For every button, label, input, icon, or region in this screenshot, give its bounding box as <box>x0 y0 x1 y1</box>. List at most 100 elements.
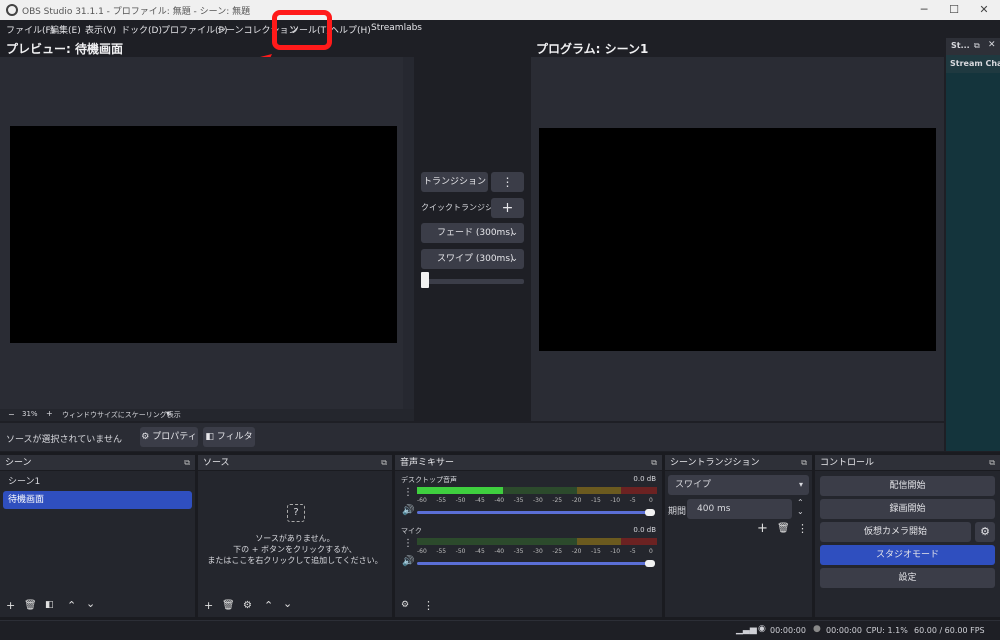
channel-mic-db: 0.0 dB <box>633 526 656 534</box>
duration-input[interactable]: 400 ms <box>687 499 792 519</box>
undock-icon[interactable]: ⧉ <box>989 455 995 471</box>
program-title: プログラム: シーン1 <box>536 42 649 56</box>
studio-mode-button[interactable]: スタジオモード <box>820 545 995 565</box>
chevron-up-icon[interactable]: ⌃ <box>67 599 76 612</box>
volume-slider-desktop[interactable] <box>417 511 651 514</box>
transition-select[interactable]: スワイプ ▾ <box>668 475 809 495</box>
sources-list[interactable]: ? ソースがありません。 下の + ボタンをクリックするか、 またはここを右クリ… <box>198 471 392 617</box>
add-quick-transition-button[interactable]: + <box>491 198 524 218</box>
trash-icon[interactable]: 🗑 <box>24 600 37 611</box>
swipe-transition-button[interactable]: スワイプ (300ms) ⌄ <box>421 249 524 269</box>
zoom-level: 31% <box>22 410 38 418</box>
meter-tick-label: -40 <box>494 497 505 504</box>
start-record-button[interactable]: 録画開始 <box>820 499 995 519</box>
chevron-down-icon[interactable]: ⌄ <box>86 597 95 610</box>
fade-transition-label: フェード (300ms) <box>437 228 514 238</box>
scenes-title: シーン <box>5 458 32 468</box>
preview-canvas[interactable] <box>10 126 397 343</box>
menu-edit[interactable]: 編集(E) <box>50 23 81 36</box>
transition-menu-button[interactable]: ⋮ <box>491 172 524 192</box>
meter-warn-zone <box>577 487 621 494</box>
maximize-icon[interactable]: ☐ <box>946 2 962 18</box>
channel-menu-icon[interactable]: ⋮ <box>403 538 413 549</box>
volume-slider-knob[interactable] <box>645 560 655 567</box>
undock-icon[interactable]: ⧉ <box>651 455 657 471</box>
menu-streamlabs[interactable]: Streamlabs <box>371 23 422 33</box>
channel-menu-icon[interactable]: ⋮ <box>403 487 413 498</box>
channel-desktop-db: 0.0 dB <box>633 475 656 483</box>
stream-time: 00:00:00 <box>770 626 806 635</box>
meter-tick-label: -40 <box>494 548 505 555</box>
properties-button[interactable]: ⚙ プロパティ <box>140 427 198 447</box>
add-icon[interactable]: + <box>204 599 213 612</box>
meter-tick-label: -50 <box>455 497 466 504</box>
meter-tick-label: 0 <box>649 548 653 555</box>
duration-value: 400 ms <box>697 504 731 514</box>
start-stream-button[interactable]: 配信開始 <box>820 476 995 496</box>
chevron-down-icon[interactable]: ⌄ <box>797 507 804 516</box>
scene-item-selected[interactable]: 待機画面 <box>3 491 192 509</box>
filters-button[interactable]: ◧ フィルタ <box>203 427 255 447</box>
gear-icon[interactable]: ⚙ <box>243 600 252 611</box>
menu-dock[interactable]: ドック(D) <box>121 23 162 36</box>
advanced-audio-icon[interactable]: ⚙ <box>401 600 409 610</box>
controls-body: 配信開始 録画開始 仮想カメラ開始 ⚙ スタジオモード 設定 <box>815 471 1000 617</box>
volume-meter-mic <box>417 538 657 545</box>
scale-mode-select[interactable]: ウィンドウサイズにスケーリング表示 <box>62 410 181 420</box>
source-toolbar: ソースが選択されていません ⚙ プロパティ ◧ フィルタ <box>0 423 944 451</box>
properties-label: プロパティ <box>152 432 197 442</box>
question-icon: ? <box>287 504 305 522</box>
mixer-header: 音声ミキサー ⧉ <box>395 455 662 471</box>
title-bar: OBS Studio 31.1.1 - プロファイル: 無題 - シーン: 無題… <box>0 0 1000 20</box>
trash-icon[interactable]: 🗑 <box>222 600 235 611</box>
preview-scrollbar[interactable] <box>403 57 414 409</box>
stream-chat-tab[interactable]: St... <box>951 41 970 50</box>
mixer-menu-icon[interactable]: ⋮ <box>423 599 434 612</box>
meter-tick-label: -5 <box>629 548 636 555</box>
menu-view[interactable]: 表示(V) <box>85 23 116 36</box>
close-icon[interactable]: ✕ <box>976 2 992 18</box>
transition-button[interactable]: トランジション <box>421 172 488 192</box>
meter-tick-label: -15 <box>591 497 601 504</box>
undock-icon[interactable]: ⧉ <box>184 455 190 471</box>
scene-filter-icon[interactable]: ◧ <box>45 600 54 610</box>
meter-tick-label: -10 <box>610 548 621 555</box>
scenes-list: シーン1 待機画面 + 🗑 ◧ ⌃ ⌄ <box>0 471 195 617</box>
chevron-up-icon[interactable]: ⌃ <box>264 599 273 612</box>
chevron-down-icon[interactable]: ⌄ <box>283 597 292 610</box>
undock-icon[interactable]: ⧉ <box>974 41 980 51</box>
meter-tick-label: -10 <box>610 497 621 504</box>
meter-clip-zone <box>621 487 657 494</box>
volume-slider-mic[interactable] <box>417 562 651 565</box>
meter-tick-label: -15 <box>591 548 601 555</box>
chevron-down-icon[interactable]: ▾ <box>166 409 170 418</box>
tbar-handle[interactable] <box>421 272 429 288</box>
fade-transition-button[interactable]: フェード (300ms) ⌄ <box>421 223 524 243</box>
transition-menu-icon[interactable]: ⋮ <box>797 522 808 535</box>
scene-item[interactable]: シーン1 <box>3 474 192 490</box>
virtual-camera-button[interactable]: 仮想カメラ開始 <box>820 522 971 542</box>
volume-slider-knob[interactable] <box>645 509 655 516</box>
trash-icon[interactable]: 🗑 <box>777 523 790 534</box>
zoom-out-button[interactable]: − <box>8 410 15 419</box>
meter-tick-label: -55 <box>436 548 447 555</box>
speaker-icon[interactable]: 🔊 <box>402 505 414 516</box>
undock-icon[interactable]: ⧉ <box>801 455 807 471</box>
speaker-icon[interactable]: 🔊 <box>402 556 414 567</box>
mixer-body: デスクトップ音声 0.0 dB ⋮ -60 -55 -50 -45 -40 -35 -30-… <box>395 471 662 617</box>
undock-icon[interactable]: ⧉ <box>381 455 387 471</box>
add-icon[interactable]: + <box>757 521 768 536</box>
add-icon[interactable]: + <box>6 599 15 612</box>
tbar-track[interactable] <box>421 279 524 284</box>
close-icon[interactable]: ✕ <box>988 40 996 50</box>
menu-file[interactable]: ファイル(F) <box>6 23 54 36</box>
zoom-in-button[interactable]: + <box>46 409 53 418</box>
stream-chat-dock <box>946 38 1000 451</box>
menu-help[interactable]: ヘルプ(H) <box>330 23 371 36</box>
transition-select-value: スワイプ <box>675 480 712 490</box>
chevron-up-icon[interactable]: ⌃ <box>797 498 804 507</box>
minimize-icon[interactable]: ─ <box>916 2 932 18</box>
menu-bar: ファイル(F) 編集(E) 表示(V) ドック(D) プロファイル(P) シーン… <box>0 20 1000 38</box>
gear-icon[interactable]: ⚙ <box>975 522 995 542</box>
settings-button[interactable]: 設定 <box>820 568 995 588</box>
